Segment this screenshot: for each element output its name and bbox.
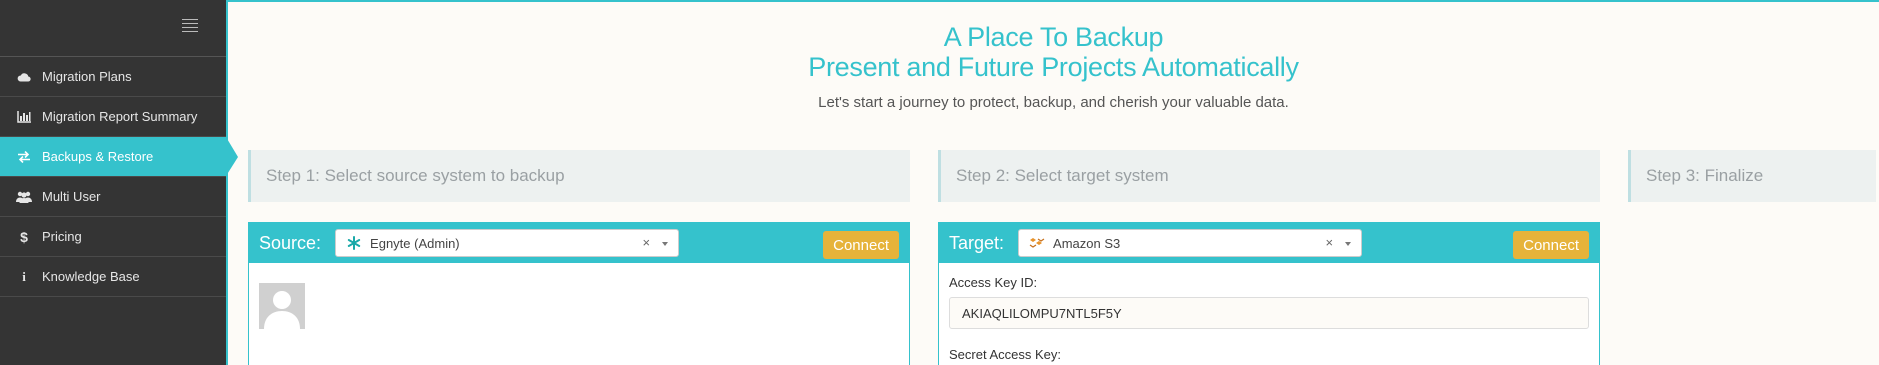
info-icon: i bbox=[22, 268, 26, 284]
target-panel-header: Target: Amazon S3 × Connect bbox=[939, 223, 1599, 263]
target-panel: Target: Amazon S3 × Connect Access Key I… bbox=[938, 222, 1600, 365]
hamburger-menu-icon[interactable] bbox=[182, 19, 198, 32]
sidebar-item-label: Backups & Restore bbox=[42, 149, 154, 164]
sidebar-item-backups-restore[interactable]: Backups & Restore bbox=[0, 137, 238, 177]
step-3-header: Step 3: Finalize bbox=[1628, 150, 1876, 202]
sidebar-item-knowledge-base[interactable]: i Knowledge Base bbox=[0, 257, 226, 297]
exchange-icon bbox=[15, 150, 33, 163]
page-subtitle: Let's start a journey to protect, backup… bbox=[818, 94, 1289, 111]
source-connect-button[interactable]: Connect bbox=[823, 231, 899, 259]
sidebar-item-label: Knowledge Base bbox=[42, 269, 140, 284]
content-top-border bbox=[226, 0, 1879, 2]
sidebar-header bbox=[0, 0, 226, 57]
sidebar: Migration Plans Migration Report Summary… bbox=[0, 0, 238, 365]
chevron-down-icon[interactable] bbox=[662, 242, 669, 246]
sidebar-item-migration-plans[interactable]: Migration Plans bbox=[0, 57, 226, 97]
target-clear-icon[interactable]: × bbox=[1325, 235, 1333, 250]
sidebar-item-multi-user[interactable]: Multi User bbox=[0, 177, 226, 217]
page-title-line2: Present and Future Projects Automaticall… bbox=[808, 52, 1299, 82]
source-panel: Source: Egnyte (Admin) × Connect bbox=[248, 222, 910, 365]
source-select[interactable]: Egnyte (Admin) × bbox=[335, 229, 680, 257]
target-select[interactable]: Amazon S3 × bbox=[1018, 229, 1363, 257]
sidebar-item-label: Migration Report Summary bbox=[42, 109, 198, 124]
access-key-label: Access Key ID: bbox=[949, 275, 1038, 290]
source-clear-icon[interactable]: × bbox=[642, 235, 650, 250]
sidebar-item-label: Pricing bbox=[42, 229, 82, 244]
target-connect-button[interactable]: Connect bbox=[1513, 231, 1589, 259]
user-avatar-icon bbox=[259, 283, 305, 329]
sidebar-item-label: Migration Plans bbox=[42, 69, 132, 84]
sidebar-item-label: Multi User bbox=[42, 189, 101, 204]
page-title-line1: A Place To Backup bbox=[943, 22, 1164, 52]
step-2-header: Step 2: Select target system bbox=[938, 150, 1600, 202]
hero-section: A Place To Backup Present and Future Pro… bbox=[228, 22, 1879, 111]
target-label: Target: bbox=[949, 232, 1005, 253]
sidebar-item-migration-report-summary[interactable]: Migration Report Summary bbox=[0, 97, 226, 137]
source-panel-header: Source: Egnyte (Admin) × Connect bbox=[249, 223, 909, 263]
dollar-icon: $ bbox=[20, 228, 28, 245]
step-1-header: Step 1: Select source system to backup bbox=[248, 150, 910, 202]
chevron-down-icon[interactable] bbox=[1345, 242, 1352, 246]
amazon-s3-icon bbox=[1029, 235, 1045, 251]
sidebar-item-pricing[interactable]: $ Pricing bbox=[0, 217, 226, 257]
cloud-icon bbox=[15, 72, 33, 82]
bar-chart-icon bbox=[15, 110, 33, 123]
source-selected-value: Egnyte (Admin) bbox=[370, 235, 460, 251]
users-icon bbox=[15, 191, 33, 203]
secret-key-label: Secret Access Key: bbox=[949, 347, 1061, 362]
source-label: Source: bbox=[259, 232, 322, 253]
egnyte-icon bbox=[346, 235, 362, 251]
target-selected-value: Amazon S3 bbox=[1053, 235, 1121, 251]
access-key-input[interactable]: AKIAQLILOMPU7NTL5F5Y bbox=[949, 297, 1589, 329]
